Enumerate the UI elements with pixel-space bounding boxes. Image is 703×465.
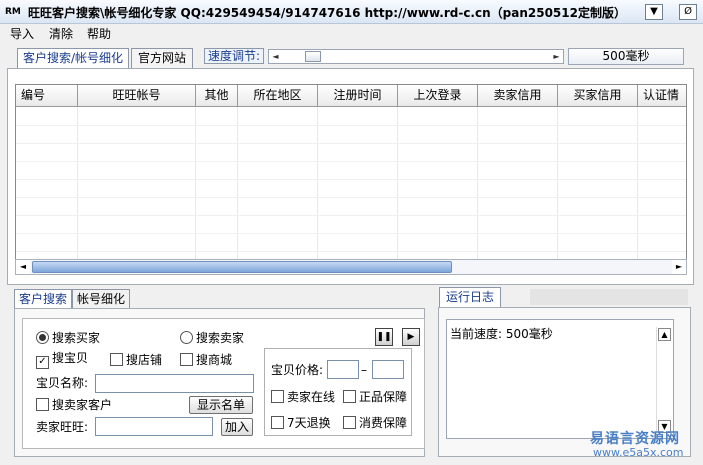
grid-row-line	[16, 233, 686, 234]
menu-import[interactable]: 导入	[10, 26, 34, 42]
checkbox-icon	[271, 390, 284, 403]
grid-row-line	[16, 143, 686, 144]
radio-search-seller-label: 搜索卖家	[196, 331, 245, 345]
check-genuine-guarantee[interactable]: 正品保障	[343, 389, 407, 405]
speed-slider-thumb[interactable]	[305, 51, 321, 62]
checkbox-icon	[271, 416, 284, 429]
check-search-shop-label: 搜店铺	[126, 353, 163, 367]
horizontal-scroll-thumb[interactable]	[32, 261, 452, 273]
price-min-input[interactable]	[327, 360, 359, 379]
grid-column-line	[238, 107, 318, 261]
check-consumer-protection[interactable]: 消费保障	[343, 415, 407, 431]
grid-horizontal-scrollbar[interactable]: ◄ ►	[15, 259, 687, 275]
grid-column-line	[558, 107, 638, 261]
speed-value: 500毫秒	[568, 48, 684, 65]
column-header-verification[interactable]: 认证情	[638, 85, 686, 107]
window-title: 旺旺客户搜索\帐号细化专家 QQ:429549454/914747616 htt…	[28, 6, 626, 20]
scroll-up-arrow-icon[interactable]: ▲	[658, 328, 671, 341]
checkbox-icon	[180, 353, 193, 366]
slider-left-arrow-icon[interactable]: ◄	[270, 51, 281, 62]
checkbox-checked-icon: ✓	[36, 356, 49, 369]
grid-row-line	[16, 197, 686, 198]
grid-column-line	[478, 107, 558, 261]
pause-button[interactable]: ❚❚	[375, 328, 393, 346]
column-header-register-time[interactable]: 注册时间	[318, 85, 398, 107]
close-button[interactable]: Ø	[679, 4, 697, 20]
play-button[interactable]: ▶	[402, 328, 420, 346]
tab-run-log[interactable]: 运行日志	[439, 287, 501, 307]
watermark-url: www.e5a5x.com	[593, 446, 684, 459]
check-search-seller-customers-label: 搜卖家客户	[52, 398, 113, 412]
grid-row-line	[16, 179, 686, 180]
check-search-mall[interactable]: 搜商城	[180, 352, 232, 368]
slider-right-arrow-icon[interactable]: ►	[551, 51, 562, 62]
checkbox-icon	[110, 353, 123, 366]
column-header-wangwang[interactable]: 旺旺帐号	[78, 85, 196, 107]
item-name-label: 宝贝名称:	[36, 376, 89, 390]
results-grid[interactable]: 编号 旺旺帐号 其他 所在地区 注册时间 上次登录 卖家信用 买家信用 认证情	[15, 84, 687, 262]
check-search-shop[interactable]: 搜店铺	[110, 352, 162, 368]
minimize-button[interactable]: ▼	[645, 4, 663, 20]
radio-unselected-icon	[180, 331, 193, 344]
check-search-mall-label: 搜商城	[196, 353, 233, 367]
radio-search-buyer[interactable]: 搜索买家	[36, 330, 100, 346]
radio-search-seller[interactable]: 搜索卖家	[180, 330, 244, 346]
show-list-button[interactable]: 显示名单	[189, 396, 253, 414]
menu-help[interactable]: 帮助	[87, 26, 111, 42]
column-header-other[interactable]: 其他	[196, 85, 238, 107]
add-button[interactable]: 加入	[221, 418, 253, 436]
check-consumer-protection-label: 消费保障	[359, 416, 408, 430]
check-search-seller-customers[interactable]: 搜卖家客户	[36, 397, 112, 413]
tab-account-refine[interactable]: 帐号细化	[72, 289, 130, 309]
radio-search-buyer-label: 搜索买家	[52, 331, 101, 345]
check-search-item[interactable]: ✓ 搜宝贝	[36, 350, 89, 369]
seller-ww-label: 卖家旺旺:	[36, 420, 89, 434]
item-name-input[interactable]	[95, 374, 254, 393]
check-search-item-label: 搜宝贝	[52, 351, 89, 365]
checkbox-icon	[36, 398, 49, 411]
watermark-text: 易语言资源网	[590, 431, 680, 447]
price-max-input[interactable]	[372, 360, 404, 379]
column-header-id[interactable]: 编号	[16, 85, 78, 107]
speed-slider[interactable]: ◄ ►	[268, 49, 564, 64]
grid-column-line	[78, 107, 196, 261]
column-header-last-login[interactable]: 上次登录	[398, 85, 478, 107]
log-text: 当前速度: 500毫秒	[450, 327, 553, 341]
column-header-seller-credit[interactable]: 卖家信用	[478, 85, 558, 107]
title-bar: RM 旺旺客户搜索\帐号细化专家 QQ:429549454/914747616 …	[0, 0, 703, 24]
checkbox-icon	[343, 390, 356, 403]
speed-label: 速度调节:	[204, 48, 264, 64]
tab-customer-search[interactable]: 客户搜索/帐号细化	[17, 48, 129, 68]
app-icon: RM	[5, 7, 21, 17]
scroll-right-arrow-icon[interactable]: ►	[672, 260, 686, 274]
menu-bar: 导入 清除 帮助	[0, 24, 703, 44]
grid-column-line	[398, 107, 478, 261]
grid-row-line	[16, 125, 686, 126]
grid-column-line	[318, 107, 398, 261]
checkbox-icon	[343, 416, 356, 429]
grid-column-line	[16, 107, 78, 261]
tab-customer-search-options[interactable]: 客户搜索	[14, 289, 72, 309]
grid-row-line	[16, 215, 686, 216]
menu-clear[interactable]: 清除	[49, 26, 73, 42]
radio-selected-icon	[36, 331, 49, 344]
seller-ww-input[interactable]	[95, 417, 213, 436]
grid-row-line	[16, 161, 686, 162]
column-header-buyer-credit[interactable]: 买家信用	[558, 85, 638, 107]
tab-official-site[interactable]: 官方网站	[131, 48, 193, 68]
check-seller-online[interactable]: 卖家在线	[271, 389, 335, 405]
column-header-region[interactable]: 所在地区	[238, 85, 318, 107]
grid-row-line	[16, 251, 686, 252]
log-tab-strip	[530, 289, 688, 305]
grid-column-line	[196, 107, 238, 261]
check-7day-return-label: 7天退换	[287, 416, 331, 430]
price-label: 宝贝价格:	[271, 363, 324, 377]
check-genuine-guarantee-label: 正品保障	[359, 390, 408, 404]
log-vertical-scrollbar[interactable]: ▲ ▼	[656, 327, 671, 435]
scroll-left-arrow-icon[interactable]: ◄	[16, 260, 30, 274]
price-separator: –	[361, 363, 367, 377]
check-7day-return[interactable]: 7天退换	[271, 415, 331, 431]
check-seller-online-label: 卖家在线	[287, 390, 336, 404]
